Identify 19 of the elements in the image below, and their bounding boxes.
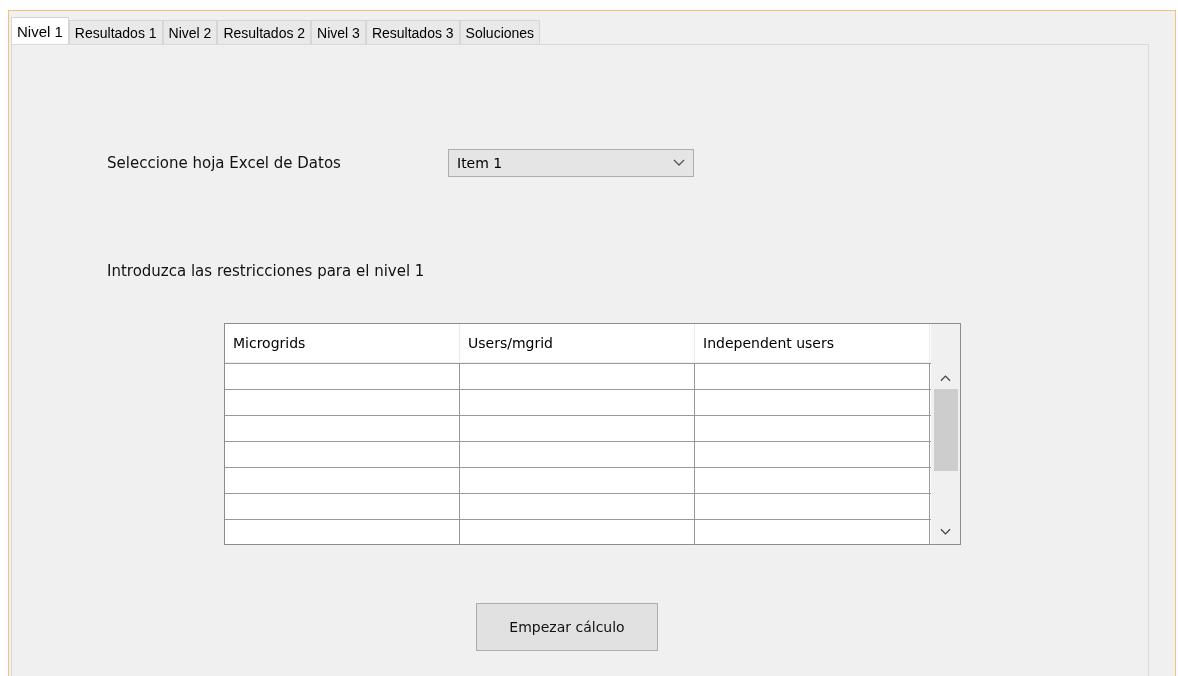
column-header: Independent users: [695, 324, 930, 362]
chevron-up-icon: [940, 374, 951, 382]
sheet-label: Seleccione hoja Excel de Datos: [107, 154, 342, 172]
tab[interactable]: Resultados 3: [365, 20, 460, 44]
start-button[interactable]: Empezar cálculo: [476, 603, 658, 651]
chevron-down-icon: [940, 528, 951, 536]
tab[interactable]: Soluciones: [459, 20, 541, 44]
tab[interactable]: Resultados 2: [217, 20, 312, 44]
column-header: Users/mgrid: [460, 324, 695, 362]
column-header: Microgrids: [225, 324, 460, 362]
tab[interactable]: Nivel 2: [162, 20, 218, 44]
tab[interactable]: Nivel 3: [311, 20, 366, 44]
restrictions-label: Introduzca las restricciones para el nivel 1: [107, 262, 426, 280]
scrollbar-thumb[interactable]: [933, 389, 958, 471]
vertical-scrollbar[interactable]: [931, 324, 960, 544]
tab[interactable]: Resultados 1: [68, 20, 163, 44]
tab[interactable]: Nivel 1: [11, 17, 69, 44]
chevron-down-icon: [673, 159, 685, 167]
sheet-dropdown[interactable]: Item 1: [448, 149, 694, 177]
